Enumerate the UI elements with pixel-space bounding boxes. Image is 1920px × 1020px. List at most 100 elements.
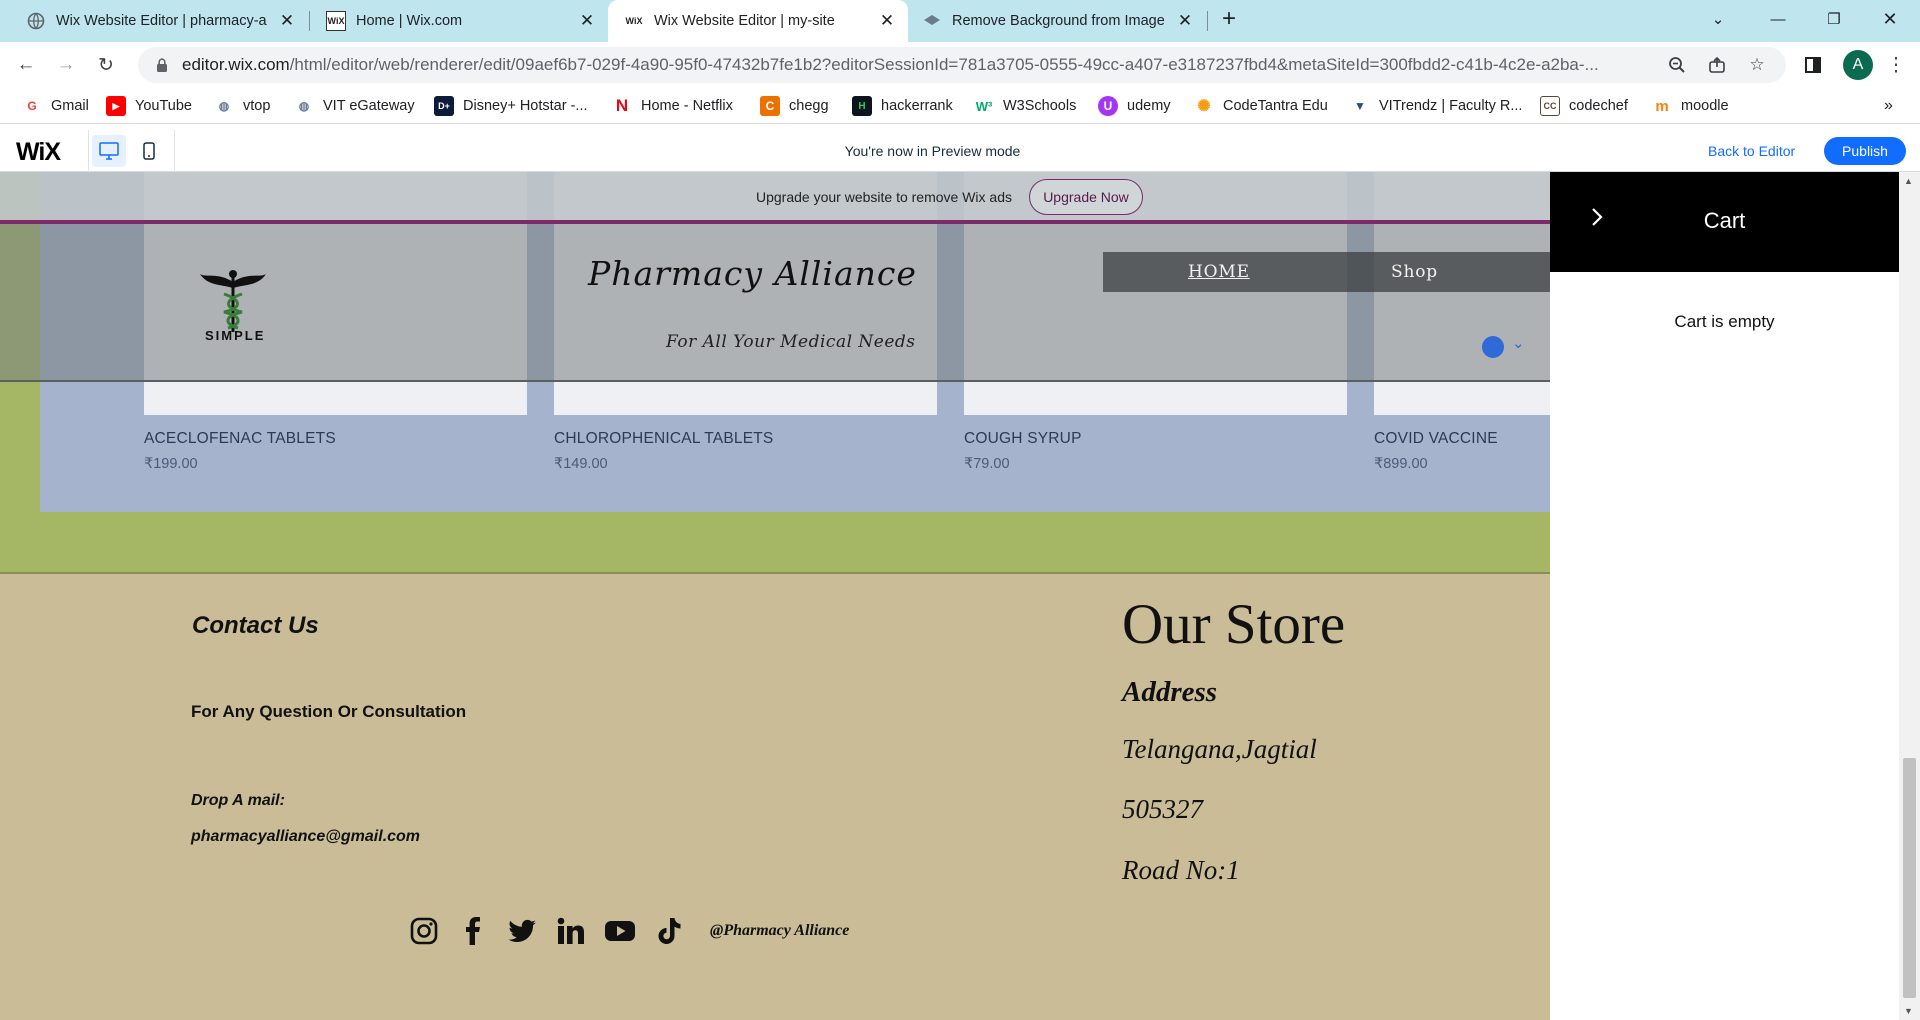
chevron-down-icon[interactable]: ⌄ <box>1512 334 1525 352</box>
tab-remove-background[interactable]: Remove Background from Image ✕ <box>908 0 1206 42</box>
close-tab-icon[interactable]: ✕ <box>276 11 298 31</box>
close-tab-icon[interactable]: ✕ <box>876 11 898 31</box>
browser-menu-icon[interactable]: ⋮ <box>1880 49 1912 81</box>
forward-arrow-icon[interactable]: → <box>50 49 82 81</box>
site-title[interactable]: Pharmacy Alliance <box>588 254 917 293</box>
bookmark-udemy[interactable]: Uudemy <box>1098 94 1171 118</box>
site-tagline: For All Your Medical Needs <box>666 332 916 352</box>
udemy-icon: U <box>1098 96 1118 116</box>
layers-icon <box>922 11 942 31</box>
bookmark-gmail[interactable]: G Gmail <box>22 94 89 118</box>
reload-icon[interactable]: ↻ <box>90 49 122 81</box>
bookmark-label: Home - Netflix <box>641 98 733 114</box>
bookmark-vit-egateway[interactable]: ◍ VIT eGateway <box>294 94 415 118</box>
minimize-button[interactable]: — <box>1750 0 1806 38</box>
our-store-heading: Our Store <box>1122 593 1346 656</box>
product-name[interactable]: COUGH SYRUP <box>964 430 1082 448</box>
scrollbar-thumb[interactable] <box>1903 758 1916 998</box>
nav-shop-link[interactable]: Shop <box>1391 262 1438 282</box>
bookmark-label: W3Schools <box>1003 98 1077 114</box>
product-price: ₹149.00 <box>554 456 608 472</box>
site-preview: ACECLOFENAC TABLETS ₹199.00 CHLOROPHENIC… <box>0 172 1550 1020</box>
email-link[interactable]: pharmacyalliance@gmail.com <box>191 828 420 846</box>
bookmark-netflix[interactable]: N Home - Netflix <box>612 94 733 118</box>
back-arrow-icon[interactable]: ← <box>10 49 42 81</box>
wix-favicon-icon: WiX <box>326 11 346 31</box>
new-tab-button[interactable]: + <box>1207 0 1251 38</box>
bookmarks-overflow-button[interactable]: » <box>1884 94 1893 118</box>
bookmark-moodle[interactable]: m moodle <box>1652 94 1729 118</box>
restore-button[interactable]: ❐ <box>1806 0 1862 38</box>
twitter-icon[interactable] <box>505 914 539 948</box>
bookmark-disney-hotstar[interactable]: D+ Disney+ Hotstar -... <box>434 94 588 118</box>
cart-title: Cart <box>1703 208 1746 233</box>
wix-favicon-icon: WiX <box>625 16 643 26</box>
tab-home-wix[interactable]: WiX Home | Wix.com ✕ <box>310 0 608 42</box>
tab-title: Home | Wix.com <box>356 13 463 29</box>
side-panel-icon[interactable] <box>1797 49 1829 81</box>
profile-avatar[interactable]: A <box>1843 50 1873 80</box>
bookmark-label: moodle <box>1681 98 1729 114</box>
back-to-editor-link[interactable]: Back to Editor <box>1708 143 1795 159</box>
upgrade-message: Upgrade your website to remove Wix ads <box>756 189 1012 205</box>
youtube-icon[interactable] <box>603 914 637 948</box>
hotstar-icon: D+ <box>434 96 454 116</box>
zoom-icon[interactable] <box>1664 52 1690 78</box>
linkedin-icon[interactable] <box>554 914 588 948</box>
mail-label: Drop A mail: <box>191 792 285 809</box>
contact-us-heading: Contact Us <box>192 612 319 639</box>
close-tab-icon[interactable]: ✕ <box>576 11 598 31</box>
instagram-icon[interactable] <box>407 914 441 948</box>
url-host: editor.wix.com <box>182 55 290 74</box>
share-icon[interactable] <box>1704 52 1730 78</box>
publish-button[interactable]: Publish <box>1824 137 1906 165</box>
gmail-icon: G <box>27 99 37 113</box>
scroll-up-icon[interactable]: ▲ <box>1904 176 1913 186</box>
url-text[interactable]: editor.wix.com/html/editor/web/renderer/… <box>182 55 1662 75</box>
codetantra-icon: ✺ <box>1197 98 1211 115</box>
bookmark-vtop[interactable]: ◍ vtop <box>214 94 271 118</box>
close-tab-icon[interactable]: ✕ <box>1174 11 1196 31</box>
bookmark-label: Gmail <box>51 98 89 114</box>
bookmark-label: hackerrank <box>881 98 953 114</box>
product-name[interactable]: CHLOROPHENICAL TABLETS <box>554 430 773 448</box>
product-name[interactable]: COVID VACCINE <box>1374 430 1498 448</box>
tiktok-icon[interactable] <box>652 914 686 948</box>
bookmark-hackerrank[interactable]: Hhackerrank <box>852 94 953 118</box>
address-line: 505327 <box>1122 794 1203 824</box>
page-scrollbar[interactable]: ▲ ▼ <box>1899 172 1920 1020</box>
close-window-button[interactable]: ✕ <box>1862 0 1918 38</box>
netflix-icon: N <box>615 96 629 115</box>
wix-preview-bar: WiX You're now in Preview mode Back to E… <box>0 130 1920 172</box>
bookmark-label: VIT eGateway <box>323 98 415 114</box>
bookmark-codetantra[interactable]: ✺ CodeTantra Edu <box>1194 94 1328 118</box>
bookmark-label: VITrendz | Faculty R... <box>1379 98 1523 114</box>
tab-wix-editor-my-site[interactable]: WiX Wix Website Editor | my-site ✕ <box>608 0 908 42</box>
facebook-icon[interactable] <box>456 914 490 948</box>
bookmark-chegg[interactable]: Cchegg <box>760 94 829 118</box>
bookmark-label: udemy <box>1127 98 1171 114</box>
nav-home-link[interactable]: HOME <box>1188 262 1250 282</box>
tab-title: Remove Background from Image <box>952 13 1165 29</box>
codechef-icon: CC <box>1540 96 1560 116</box>
scroll-down-icon[interactable]: ▼ <box>1904 1006 1913 1016</box>
lock-icon[interactable] <box>150 58 174 72</box>
address-line: Road No:1 <box>1122 855 1240 885</box>
product-price: ₹79.00 <box>964 456 1010 472</box>
bookmark-codechef[interactable]: CC codechef <box>1540 94 1628 118</box>
bookmark-star-icon[interactable]: ☆ <box>1744 52 1770 78</box>
product-name[interactable]: ACECLOFENAC TABLETS <box>144 430 336 448</box>
tab-search-chevron-icon[interactable]: ⌄ <box>1690 0 1746 38</box>
tab-title: Wix Website Editor | my-site <box>654 13 835 29</box>
tab-wix-editor-pharmacy[interactable]: Wix Website Editor | pharmacy-a ✕ <box>0 0 308 42</box>
caduceus-logo-icon[interactable] <box>198 264 268 334</box>
address-line: Telangana,Jagtial <box>1122 734 1317 764</box>
omnibox[interactable]: editor.wix.com/html/editor/web/renderer/… <box>138 47 1786 83</box>
bookmarks-bar: G Gmail ▶ YouTube ◍ vtop ◍ VIT eGateway D+ Di… <box>0 88 1920 124</box>
bookmark-label: Disney+ Hotstar -... <box>463 98 588 114</box>
bookmark-w3schools[interactable]: W³ W3Schools <box>974 94 1077 118</box>
bookmark-vitrendz[interactable]: ▼ VITrendz | Faculty R... <box>1350 94 1522 118</box>
member-login-avatar-icon[interactable] <box>1482 336 1504 358</box>
bookmark-youtube[interactable]: ▶ YouTube <box>106 94 192 118</box>
upgrade-now-button[interactable]: Upgrade Now <box>1029 179 1143 215</box>
